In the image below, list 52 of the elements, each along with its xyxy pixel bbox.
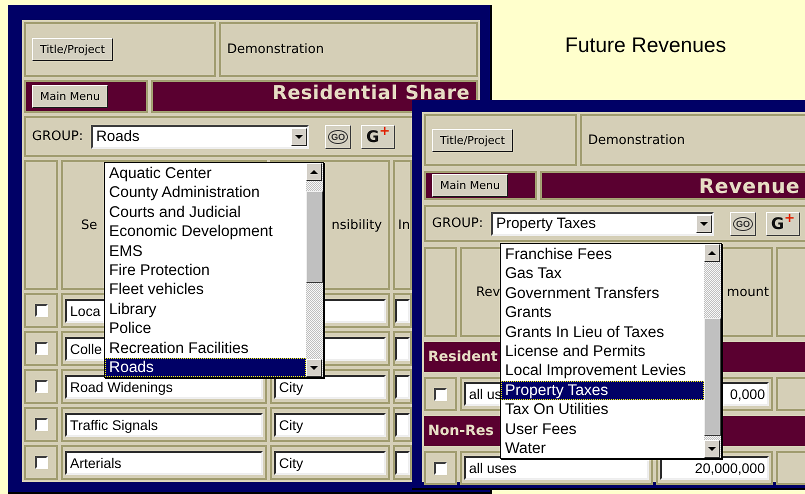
checkbox[interactable] <box>34 456 48 469</box>
main-menu-button[interactable]: Main Menu <box>432 174 508 197</box>
slide-title: Future Revenues <box>565 34 726 58</box>
checkbox[interactable] <box>34 304 48 317</box>
group-select[interactable]: Property Taxes <box>491 212 714 236</box>
scroll-down-icon[interactable] <box>704 440 720 458</box>
checkbox[interactable] <box>34 418 48 431</box>
column-header: Rev <box>476 284 500 300</box>
input-field[interactable] <box>395 374 410 398</box>
checkbox[interactable] <box>34 380 48 393</box>
responsibility-field[interactable]: City <box>274 374 386 398</box>
dropdown-option[interactable]: Property Taxes <box>501 380 704 400</box>
add-group-button[interactable]: G+ <box>361 124 396 148</box>
scrollbar[interactable] <box>704 244 721 458</box>
checkbox[interactable] <box>434 462 447 474</box>
page-heading: Revenue <box>698 176 800 196</box>
column-header: mount <box>726 284 769 300</box>
checkbox[interactable] <box>434 388 447 400</box>
group-label: GROUP: <box>32 129 84 144</box>
scroll-thumb[interactable] <box>306 191 323 283</box>
dropdown-option[interactable]: Roads <box>105 358 306 378</box>
scrollbar[interactable] <box>306 163 323 378</box>
section-title: Resident <box>428 349 498 365</box>
project-name: Demonstration <box>588 132 685 148</box>
page-heading: Residential Share <box>272 84 470 103</box>
title-project-button[interactable]: Title/Project <box>32 38 113 61</box>
project-name: Demonstration <box>227 42 324 57</box>
group-select[interactable]: Roads <box>91 124 310 148</box>
add-group-button[interactable]: G+ <box>766 212 800 236</box>
description-field[interactable]: Arterials <box>65 450 263 474</box>
column-header: Se <box>81 218 98 232</box>
input-field[interactable] <box>395 412 410 436</box>
go-button[interactable]: GO <box>325 124 352 148</box>
go-button[interactable]: GO <box>730 212 756 236</box>
responsibility-field[interactable]: City <box>274 412 386 436</box>
main-menu-button[interactable]: Main Menu <box>32 85 108 108</box>
input-field[interactable] <box>395 450 410 474</box>
scroll-down-icon[interactable] <box>306 359 322 378</box>
column-header: nsibility <box>331 218 382 232</box>
scroll-thumb[interactable] <box>704 318 721 436</box>
amount-field[interactable]: 20,000,000 <box>660 456 769 480</box>
checkbox[interactable] <box>34 342 48 355</box>
section-title: Non-Res <box>428 423 494 439</box>
column-header: In <box>398 218 410 232</box>
description-field[interactable]: Traffic Signals <box>65 412 263 436</box>
input-field[interactable] <box>395 336 410 360</box>
title-project-button[interactable]: Title/Project <box>432 128 513 152</box>
scroll-up-icon[interactable] <box>306 163 322 181</box>
input-field[interactable] <box>395 298 410 322</box>
responsibility-field[interactable]: City <box>274 450 386 474</box>
group-label: GROUP: <box>432 216 484 231</box>
scroll-up-icon[interactable] <box>704 244 720 262</box>
